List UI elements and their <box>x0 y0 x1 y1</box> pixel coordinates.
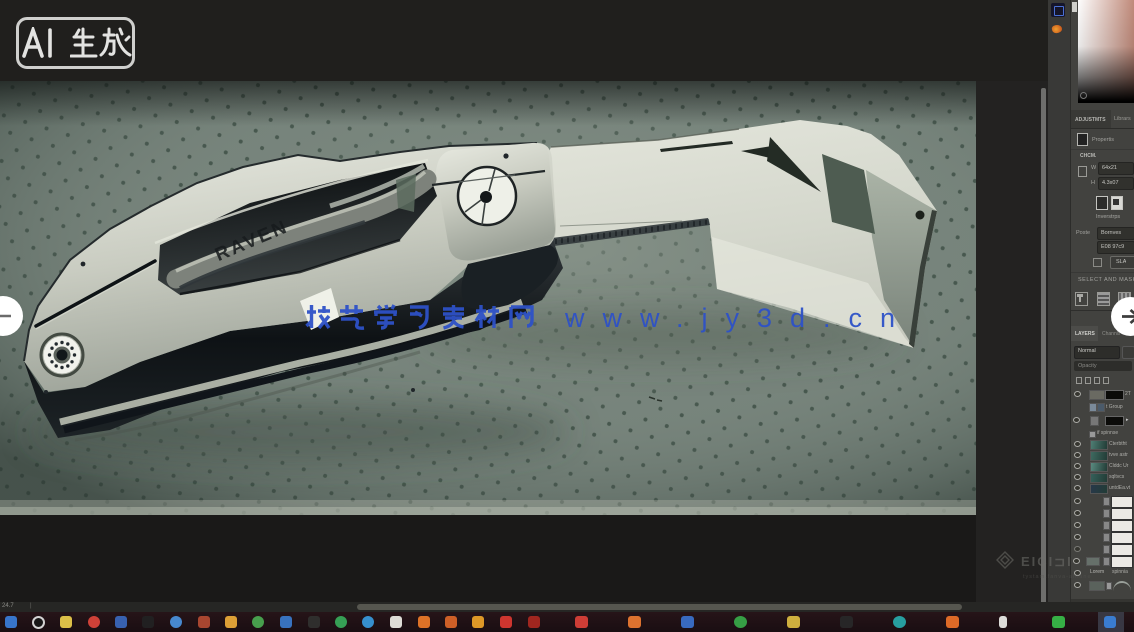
svg-text:EICI⊐I: EICI⊐I <box>1021 554 1073 569</box>
svg-text:www.jy3d.cn: www.jy3d.cn <box>564 303 913 333</box>
svg-text:tystam.fanva-ahlane: tystam.fanva-ahlane <box>1023 574 1092 580</box>
